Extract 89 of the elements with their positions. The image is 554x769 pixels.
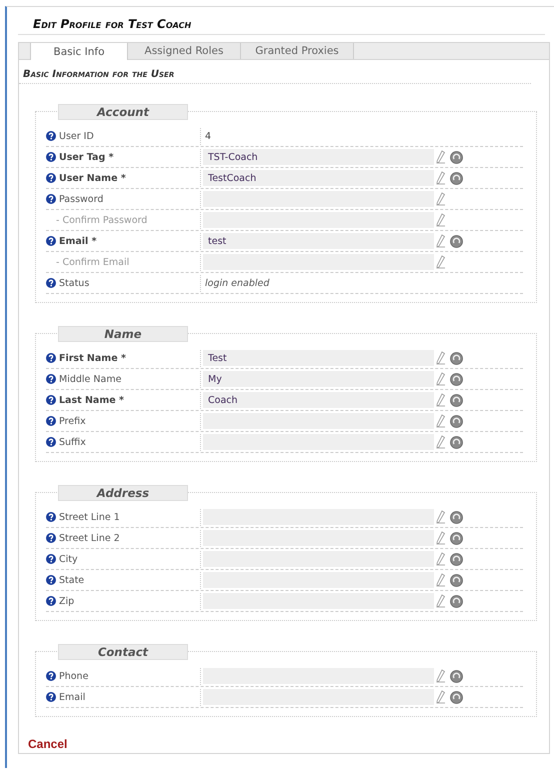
text-field[interactable]: My	[203, 371, 434, 387]
pencil-icon[interactable]	[435, 150, 446, 164]
field-label: Email *	[59, 236, 97, 246]
field-label: Street Line 1	[59, 512, 120, 522]
field-label: Password	[59, 194, 104, 204]
text-field[interactable]: test	[203, 233, 434, 249]
help-icon[interactable]	[46, 374, 56, 384]
pencil-icon[interactable]	[435, 669, 446, 683]
fieldset-legend: Name	[58, 326, 188, 342]
reset-icon[interactable]	[450, 372, 463, 386]
reset-icon[interactable]	[450, 690, 463, 704]
field-label: Middle Name	[59, 374, 122, 384]
help-icon[interactable]	[46, 671, 56, 681]
tab[interactable]: Basic Info	[30, 43, 128, 60]
help-icon[interactable]	[46, 437, 56, 447]
field-label: First Name *	[59, 352, 126, 364]
status-value: login enabled	[205, 278, 270, 288]
pencil-icon[interactable]	[435, 192, 446, 206]
pencil-icon[interactable]	[435, 351, 446, 365]
help-icon[interactable]	[46, 395, 56, 405]
field-label: Status	[59, 278, 90, 288]
help-icon[interactable]	[46, 194, 56, 204]
reset-icon[interactable]	[450, 172, 463, 184]
field-label: Email	[59, 692, 86, 702]
help-icon[interactable]	[46, 236, 56, 246]
pencil-icon[interactable]	[435, 690, 446, 704]
field-label: Street Line 2	[59, 532, 120, 544]
pencil-icon[interactable]	[435, 414, 446, 428]
tab[interactable]: Granted Proxies	[241, 43, 354, 59]
reset-icon[interactable]	[450, 552, 463, 566]
help-icon[interactable]	[46, 278, 56, 288]
field-label: - Confirm Password	[55, 214, 148, 226]
fieldset-legend: Address	[58, 485, 188, 501]
help-icon[interactable]	[46, 131, 56, 141]
reset-icon[interactable]	[450, 414, 463, 428]
pencil-icon[interactable]	[435, 573, 446, 587]
pencil-icon[interactable]	[435, 393, 446, 407]
field-label: State	[59, 574, 84, 586]
text-field[interactable]: Coach	[203, 392, 434, 408]
help-icon[interactable]	[46, 152, 56, 162]
pencil-icon[interactable]	[435, 372, 446, 386]
reset-icon[interactable]	[450, 234, 463, 248]
pencil-icon[interactable]	[435, 531, 446, 545]
help-icon[interactable]	[46, 575, 56, 585]
field-label: Last Name *	[59, 394, 124, 406]
page-title: Edit Profile for Test Coach	[18, 17, 545, 35]
pencil-icon[interactable]	[435, 594, 446, 608]
cancel-link[interactable]: Cancel	[28, 737, 68, 751]
tab[interactable]: Assigned Roles	[128, 43, 241, 59]
pencil-icon[interactable]	[435, 213, 446, 227]
pencil-icon[interactable]	[435, 435, 446, 449]
field-label: City	[59, 554, 78, 564]
reset-icon[interactable]	[450, 352, 463, 364]
reset-icon[interactable]	[450, 670, 463, 682]
reset-icon[interactable]	[450, 510, 463, 524]
section-subtitle: Basic Information for the User	[19, 69, 531, 84]
pencil-icon[interactable]	[435, 510, 446, 524]
field-label: User Tag *	[59, 152, 114, 162]
field-label: Prefix	[59, 416, 86, 426]
reset-icon[interactable]	[450, 150, 463, 164]
help-icon[interactable]	[46, 416, 56, 426]
reset-icon[interactable]	[450, 532, 463, 544]
field-label: User ID	[59, 130, 94, 142]
help-icon[interactable]	[46, 173, 56, 183]
fieldset-legend: Contact	[58, 644, 188, 660]
field-label: Suffix	[59, 436, 86, 448]
field-label: Zip	[59, 596, 74, 606]
field-value: 4	[205, 130, 212, 142]
help-icon[interactable]	[46, 533, 56, 543]
text-field[interactable]: TST-Coach	[203, 149, 434, 165]
pencil-icon[interactable]	[435, 255, 446, 269]
reset-icon[interactable]	[450, 574, 463, 586]
help-icon[interactable]	[46, 512, 56, 522]
help-icon[interactable]	[46, 596, 56, 606]
pencil-icon[interactable]	[435, 552, 446, 566]
field-label: Phone	[59, 670, 88, 682]
reset-icon[interactable]	[450, 394, 463, 406]
field-label: User Name *	[59, 172, 126, 184]
reset-icon[interactable]	[450, 436, 463, 448]
fieldset-legend: Account	[58, 104, 188, 120]
reset-icon[interactable]	[450, 594, 463, 608]
text-field[interactable]: Test	[203, 350, 434, 366]
text-field[interactable]: TestCoach	[203, 170, 434, 186]
help-icon[interactable]	[46, 353, 56, 363]
field-label: - Confirm Email	[55, 256, 130, 268]
help-icon[interactable]	[46, 554, 56, 564]
pencil-icon[interactable]	[435, 171, 446, 185]
help-icon[interactable]	[46, 692, 56, 702]
pencil-icon[interactable]	[435, 234, 446, 248]
